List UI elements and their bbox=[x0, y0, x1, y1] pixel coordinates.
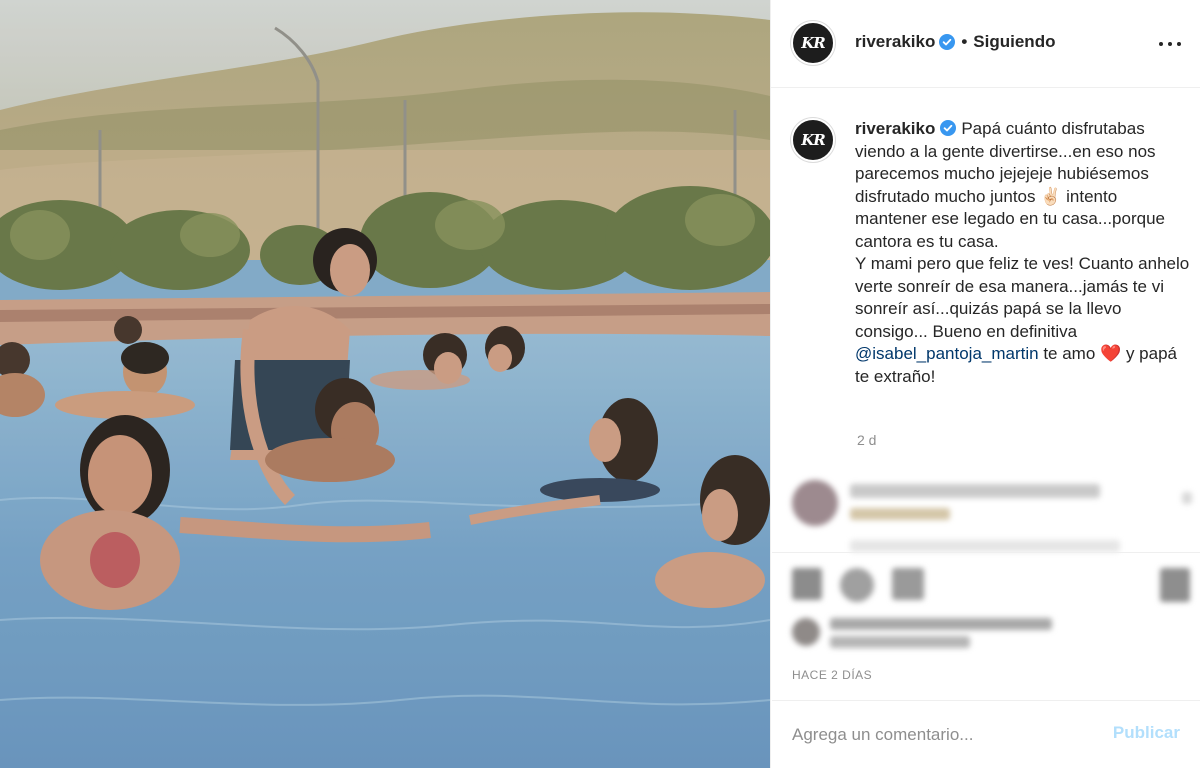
blurred-avatar bbox=[792, 480, 838, 526]
post-photo[interactable] bbox=[0, 0, 770, 768]
likes-text bbox=[830, 636, 970, 648]
header-name-line: riverakiko • Siguiendo bbox=[855, 32, 1055, 52]
instagram-post-view: KR riverakiko • Siguiendo KR riverakiko … bbox=[0, 0, 1200, 768]
blurred-comment bbox=[792, 474, 1192, 554]
mention-link[interactable]: @isabel_pantoja_martin bbox=[855, 344, 1039, 363]
caption-text-part: Y mami pero que feliz te ves! Cuanto anh… bbox=[855, 254, 1190, 341]
caption-age[interactable]: 2 d bbox=[857, 432, 876, 448]
blurred-action-bar bbox=[792, 566, 1192, 606]
blurred-likes bbox=[792, 612, 1062, 648]
like-icon[interactable] bbox=[792, 568, 822, 600]
share-icon[interactable] bbox=[892, 568, 924, 600]
blurred-text bbox=[850, 540, 1120, 552]
caption-text: riverakiko Papá cuánto disfrutabas viendo… bbox=[855, 118, 1190, 388]
publish-button[interactable]: Publicar bbox=[1113, 723, 1180, 743]
follow-separator: • bbox=[961, 32, 968, 51]
verified-badge-icon bbox=[940, 120, 957, 136]
avatar[interactable]: KR bbox=[791, 21, 835, 65]
blurred-like-icon bbox=[1182, 492, 1192, 504]
post-sidebar: KR riverakiko • Siguiendo KR riverakiko … bbox=[770, 0, 1200, 768]
victory-hand-icon: ✌🏻 bbox=[1040, 186, 1062, 206]
blurred-text bbox=[850, 508, 950, 520]
liker-avatar bbox=[792, 618, 820, 646]
likes-text bbox=[830, 618, 1052, 630]
post-header: KR riverakiko • Siguiendo bbox=[771, 0, 1200, 88]
heart-icon: ❤️ bbox=[1100, 344, 1122, 363]
avatar-initials: KR bbox=[801, 34, 825, 52]
following-button[interactable]: Siguiendo bbox=[973, 32, 1055, 52]
more-dot bbox=[1159, 42, 1163, 46]
caption-username[interactable]: riverakiko bbox=[855, 119, 935, 138]
caption-avatar[interactable]: KR bbox=[791, 118, 835, 162]
header-username[interactable]: riverakiko bbox=[855, 32, 935, 52]
more-dot bbox=[1177, 42, 1181, 46]
comment-bar: Publicar bbox=[772, 700, 1200, 768]
more-dot bbox=[1168, 42, 1172, 46]
comment-icon[interactable] bbox=[840, 568, 874, 602]
post-timestamp[interactable]: HACE 2 DÍAS bbox=[792, 668, 872, 682]
avatar-initials: KR bbox=[801, 131, 825, 149]
actions-divider bbox=[772, 552, 1200, 553]
comment-input[interactable] bbox=[792, 721, 1092, 749]
more-horizontal-icon[interactable] bbox=[1159, 34, 1181, 54]
blurred-text bbox=[850, 484, 1100, 498]
pool-photo-illustration bbox=[0, 0, 770, 768]
verified-badge-icon bbox=[939, 34, 956, 50]
save-icon[interactable] bbox=[1160, 568, 1190, 602]
caption-text-part: te amo bbox=[1043, 344, 1096, 363]
